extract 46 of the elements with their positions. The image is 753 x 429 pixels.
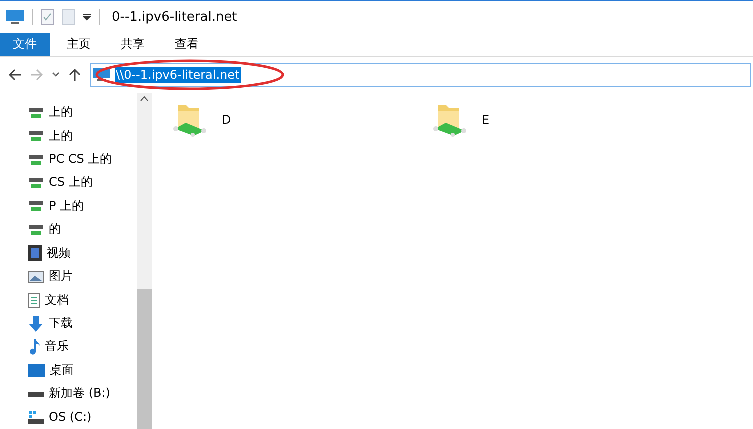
picture-icon (28, 270, 44, 283)
network-drive-icon (28, 222, 44, 237)
scrollbar[interactable] (137, 93, 152, 429)
network-folder-icon (172, 103, 208, 137)
sidebar-item[interactable]: 视频 (47, 244, 71, 262)
sidebar-item[interactable]: OS (C:) (49, 410, 92, 424)
desktop-icon (28, 364, 45, 377)
network-drive-icon (28, 106, 44, 120)
address-path: \\0--1.ipv6-literal.net (115, 67, 241, 83)
music-note-icon (28, 338, 40, 355)
sidebar-item[interactable]: CS 上的 (49, 174, 93, 192)
sidebar-item[interactable]: 的 (49, 221, 61, 238)
computer-icon (6, 10, 24, 24)
ribbon-tab[interactable]: 文件 (0, 33, 50, 56)
sidebar-item[interactable]: 上的 (49, 128, 73, 145)
sidebar-item[interactable]: PC CS 上的 (49, 151, 112, 168)
sidebar-item[interactable]: 音乐 (45, 338, 69, 356)
up-arrow-icon[interactable] (68, 68, 82, 82)
network-drive-icon (28, 199, 44, 214)
scroll-thumb[interactable] (137, 289, 152, 429)
network-drive-icon (28, 152, 44, 167)
network-folder-icon (432, 103, 468, 137)
network-drive-icon (28, 129, 44, 144)
folder-name[interactable]: E (482, 113, 490, 127)
windows-drive-icon (28, 410, 44, 424)
back-arrow-icon[interactable] (8, 68, 22, 82)
address-bar[interactable]: \\0--1.ipv6-literal.net (90, 63, 751, 87)
sidebar-item[interactable]: 图片 (49, 268, 73, 286)
sidebar-item[interactable]: 新加卷 (B:) (49, 385, 110, 402)
ribbon-tab[interactable]: 主页 (54, 33, 104, 56)
film-icon (28, 245, 42, 262)
sidebar-item[interactable]: 下载 (49, 315, 73, 332)
ribbon-tab[interactable]: 查看 (162, 33, 212, 56)
window-title: 0--1.ipv6-literal.net (112, 10, 238, 24)
sidebar-item[interactable]: 桌面 (50, 362, 74, 379)
sidebar-item[interactable]: 文档 (45, 292, 69, 309)
ribbon-tab[interactable]: 共享 (108, 33, 158, 56)
document-icon (28, 292, 40, 308)
sidebar-item[interactable]: 上的 (49, 104, 73, 122)
folder-name[interactable]: D (222, 113, 232, 127)
drive-icon (28, 390, 44, 398)
network-drive-icon (28, 176, 44, 190)
down-arrow-icon (28, 316, 44, 332)
dropdown-caret-icon[interactable] (83, 13, 91, 21)
history-caret-icon[interactable] (52, 72, 60, 78)
sidebar-item[interactable]: P 上的 (49, 198, 84, 215)
